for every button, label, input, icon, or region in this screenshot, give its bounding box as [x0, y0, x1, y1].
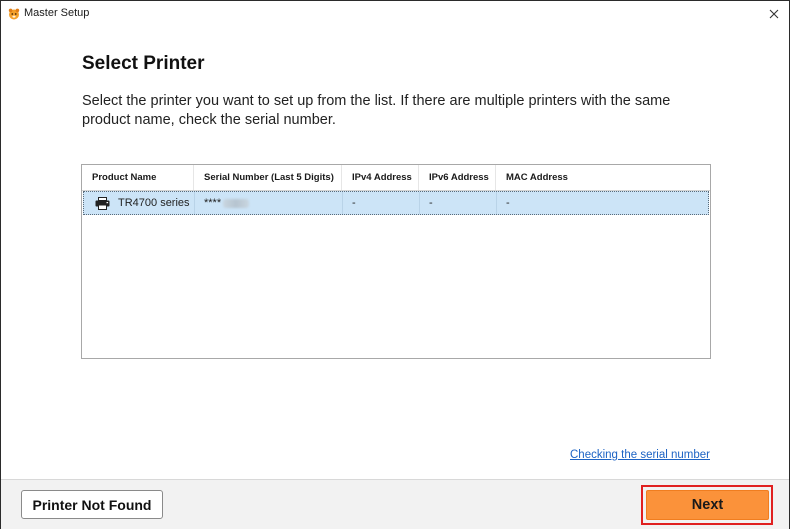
next-button[interactable]: Next: [646, 490, 769, 520]
close-button[interactable]: [759, 1, 789, 27]
serial-redaction: [223, 198, 250, 208]
page-description: Select the printer you want to set up fr…: [82, 93, 671, 128]
cell-mac: -: [496, 192, 708, 214]
master-setup-window: Master Setup Select Printer Select the p…: [0, 0, 790, 529]
list-header: Product Name Serial Number (Last 5 Digit…: [82, 165, 710, 191]
page-title: Select Printer: [82, 53, 205, 74]
column-header-ipv4[interactable]: IPv4 Address: [341, 165, 418, 190]
column-header-mac[interactable]: MAC Address: [495, 165, 710, 190]
checking-serial-link[interactable]: Checking the serial number: [570, 449, 710, 461]
cell-ipv4: -: [342, 192, 419, 214]
printer-list[interactable]: Product Name Serial Number (Last 5 Digit…: [81, 164, 711, 359]
cell-serial-number: ****: [194, 192, 342, 214]
printer-not-found-button[interactable]: Printer Not Found: [21, 490, 163, 519]
cell-ipv6: -: [419, 192, 496, 214]
printer-icon: [95, 197, 110, 210]
app-logo-icon: [8, 8, 20, 20]
column-header-serial-number[interactable]: Serial Number (Last 5 Digits): [193, 165, 341, 190]
cell-product-name: TR4700 series: [118, 197, 190, 209]
serial-number-text: ****: [204, 197, 222, 209]
table-row[interactable]: TR4700 series **** - - -: [83, 191, 709, 215]
footer-bar: Printer Not Found Next: [1, 479, 789, 529]
window-title: Master Setup: [24, 7, 90, 19]
close-icon: [769, 9, 779, 19]
column-header-ipv6[interactable]: IPv6 Address: [418, 165, 495, 190]
column-header-product-name[interactable]: Product Name: [82, 165, 193, 190]
title-bar: Master Setup: [1, 1, 789, 27]
